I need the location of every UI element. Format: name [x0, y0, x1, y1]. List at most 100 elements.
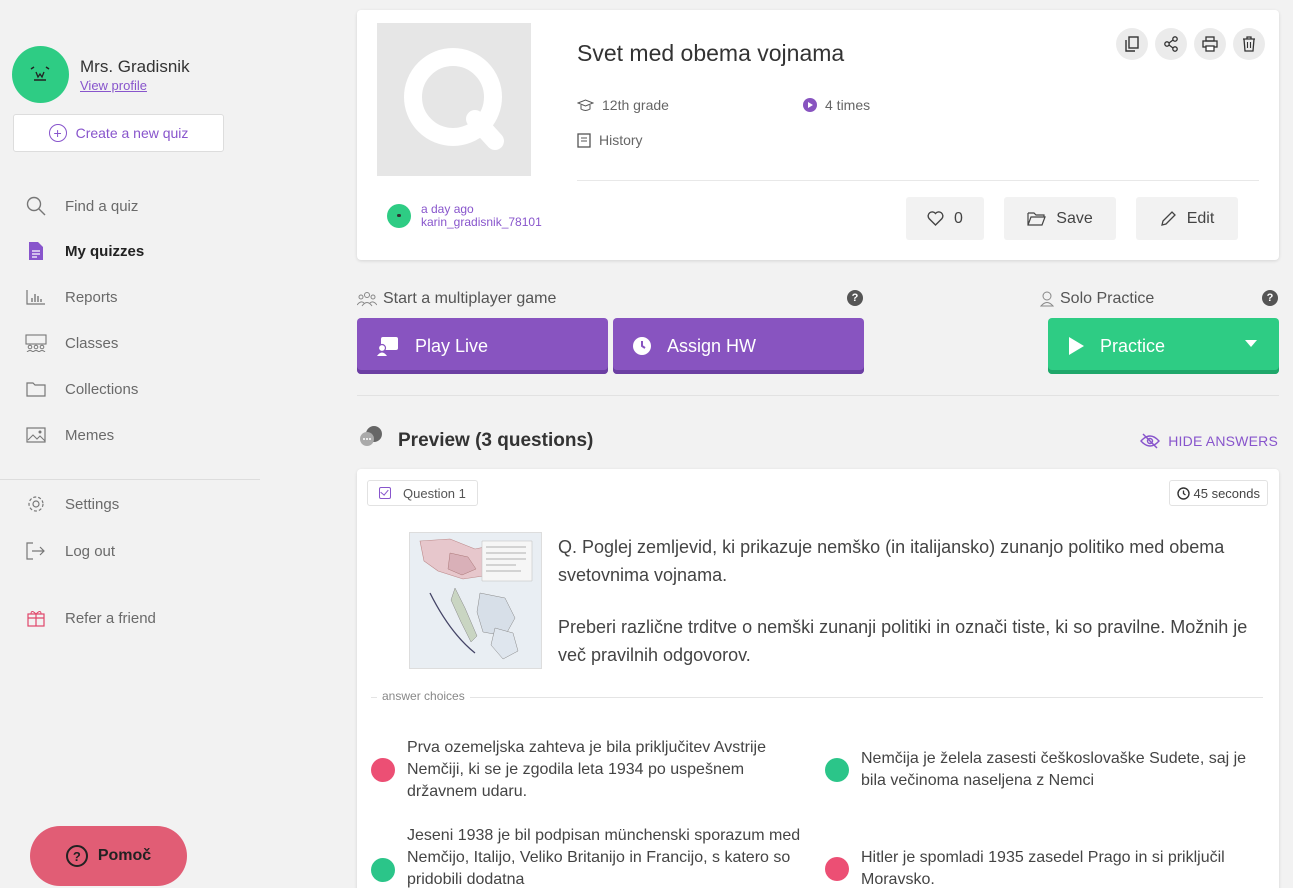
creator-info: a day ago karin_gradisnik_78101 — [387, 203, 542, 229]
sidebar-item-reports[interactable]: Reports — [25, 287, 118, 307]
quiz-card: Svet med obema vojnama 12th grade 4 time… — [357, 10, 1279, 260]
sidebar-item-label: My quizzes — [65, 242, 145, 260]
question-map-image[interactable] — [409, 532, 542, 669]
clock-icon — [1176, 486, 1190, 500]
sidebar-item-classes[interactable]: Classes — [25, 333, 118, 353]
person-icon — [1040, 291, 1054, 307]
create-quiz-button[interactable]: + Create a new quiz — [13, 114, 224, 152]
solo-text: Solo Practice — [1060, 290, 1155, 307]
copy-icon[interactable] — [1116, 28, 1148, 60]
answer-choice: Prva ozemeljska zahteva je bila priključ… — [371, 737, 806, 803]
plays-meta: 4 times — [803, 97, 870, 113]
solo-label: Solo Practice — [1040, 290, 1154, 308]
sidebar-item-settings[interactable]: Settings — [25, 494, 119, 514]
edit-label: Edit — [1186, 209, 1215, 227]
gift-icon — [25, 608, 47, 628]
speech-bubbles-icon — [360, 426, 382, 446]
share-icon[interactable] — [1155, 28, 1187, 60]
sidebar-divider — [0, 479, 260, 480]
question-text: Q. Poglej zemljevid, ki prikazuje nemško… — [558, 533, 1258, 669]
card-divider — [577, 180, 1259, 181]
search-icon — [25, 196, 47, 216]
user-name: Mrs. Gradisnik — [80, 56, 190, 76]
multiplayer-label: Start a multiplayer game — [357, 290, 556, 308]
question-number: Question 1 — [403, 485, 466, 501]
play-live-label: Play Live — [415, 335, 489, 356]
quizizz-logo-icon — [404, 48, 504, 150]
practice-label: Practice — [1100, 335, 1166, 356]
bar-chart-icon — [25, 287, 47, 307]
help-label: Pomoč — [97, 847, 152, 864]
grade-meta: 12th grade — [577, 97, 669, 113]
print-icon[interactable] — [1194, 28, 1226, 60]
sidebar-item-find-quiz[interactable]: Find a quiz — [25, 196, 138, 216]
question-number-badge: Question 1 — [367, 480, 478, 506]
sidebar-item-label: Log out — [65, 542, 116, 560]
time-text: 45 seconds — [1193, 485, 1261, 501]
question-card: Question 1 45 seconds Q. Poglej zemljevi… — [357, 469, 1279, 888]
sidebar-item-label: Reports — [65, 288, 118, 306]
sidebar-item-label: Refer a friend — [65, 609, 156, 627]
save-button[interactable]: Save — [1004, 197, 1116, 240]
clock-icon — [633, 337, 651, 355]
sidebar-item-logout[interactable]: Log out — [25, 541, 115, 561]
user-profile: Mrs. Gradisnik View profile — [12, 46, 190, 103]
hide-answers-button[interactable]: HIDE ANSWERS — [1140, 433, 1278, 449]
gear-icon — [25, 494, 47, 514]
play-icon — [1068, 337, 1084, 355]
avatar[interactable] — [12, 46, 69, 103]
document-icon — [25, 241, 47, 261]
author-name[interactable]: karin_gradisnik_78101 — [421, 216, 542, 229]
trash-icon[interactable] — [1233, 28, 1265, 60]
sidebar-item-memes[interactable]: Memes — [25, 425, 114, 445]
sidebar-item-label: Find a quiz — [65, 197, 139, 215]
assign-hw-button[interactable]: Assign HW — [613, 318, 864, 374]
view-profile-link[interactable]: View profile — [80, 78, 190, 93]
solo-help-icon[interactable]: ? — [1262, 290, 1278, 306]
heart-icon — [927, 211, 944, 226]
like-button[interactable]: 0 — [906, 197, 984, 240]
hide-answers-label: HIDE ANSWERS — [1168, 433, 1278, 449]
question-circle-icon: ? — [65, 845, 88, 867]
assign-hw-label: Assign HW — [667, 335, 757, 356]
answer-text: Prva ozemeljska zahteva je bila priključ… — [407, 739, 766, 800]
answer-choices-label: answer choices — [377, 689, 470, 703]
chevron-down-icon[interactable] — [1245, 340, 1257, 347]
avatar-face-icon — [30, 66, 50, 81]
answer-choice: Hitler je spomladi 1935 zasedel Prago in… — [825, 847, 1255, 888]
grade-text: 12th grade — [602, 97, 669, 113]
subject-meta: History — [577, 132, 643, 148]
sidebar-item-label: Classes — [65, 334, 119, 352]
sidebar-item-refer-friend[interactable]: Refer a friend — [25, 608, 156, 628]
presentation-icon — [377, 336, 399, 356]
sidebar-item-collections[interactable]: Collections — [25, 379, 138, 399]
quiz-thumbnail — [377, 23, 531, 176]
multiplayer-help-icon[interactable]: ? — [847, 290, 863, 306]
create-quiz-label: Create a new quiz — [75, 125, 189, 141]
section-divider — [357, 395, 1279, 396]
edit-button[interactable]: Edit — [1136, 197, 1238, 240]
preview-title: Preview (3 questions) — [398, 430, 594, 451]
answer-choice: Jeseni 1938 je bil podpisan münchenski s… — [371, 825, 806, 888]
correct-dot-icon — [825, 758, 849, 782]
plus-circle-icon: + — [48, 124, 67, 142]
question-text-paragraph-1: Q. Poglej zemljevid, ki prikazuje nemško… — [558, 537, 1225, 585]
sidebar: Mrs. Gradisnik View profile + Create a n… — [0, 0, 260, 888]
incorrect-dot-icon — [371, 758, 395, 782]
eye-slash-icon — [1140, 433, 1161, 449]
answer-text: Jeseni 1938 je bil podpisan münchenski s… — [407, 827, 801, 888]
image-icon — [25, 425, 47, 445]
subject-text: History — [599, 132, 643, 148]
help-button[interactable]: ? Pomoč — [30, 826, 187, 886]
graduation-cap-icon — [577, 98, 594, 112]
play-live-button[interactable]: Play Live — [357, 318, 608, 374]
practice-button[interactable]: Practice — [1048, 318, 1279, 374]
sidebar-item-my-quizzes[interactable]: My quizzes — [25, 241, 144, 261]
pencil-icon — [1160, 210, 1177, 227]
folder-icon — [25, 379, 47, 399]
answer-text: Nemčija je želela zasesti češkoslovaške … — [861, 750, 1247, 789]
question-text-paragraph-2: Preberi različne trditve o nemški zunanj… — [558, 617, 1248, 665]
quiz-title: Svet med obema vojnama — [577, 40, 845, 66]
multiplayer-text: Start a multiplayer game — [383, 290, 557, 307]
like-count: 0 — [954, 209, 963, 227]
